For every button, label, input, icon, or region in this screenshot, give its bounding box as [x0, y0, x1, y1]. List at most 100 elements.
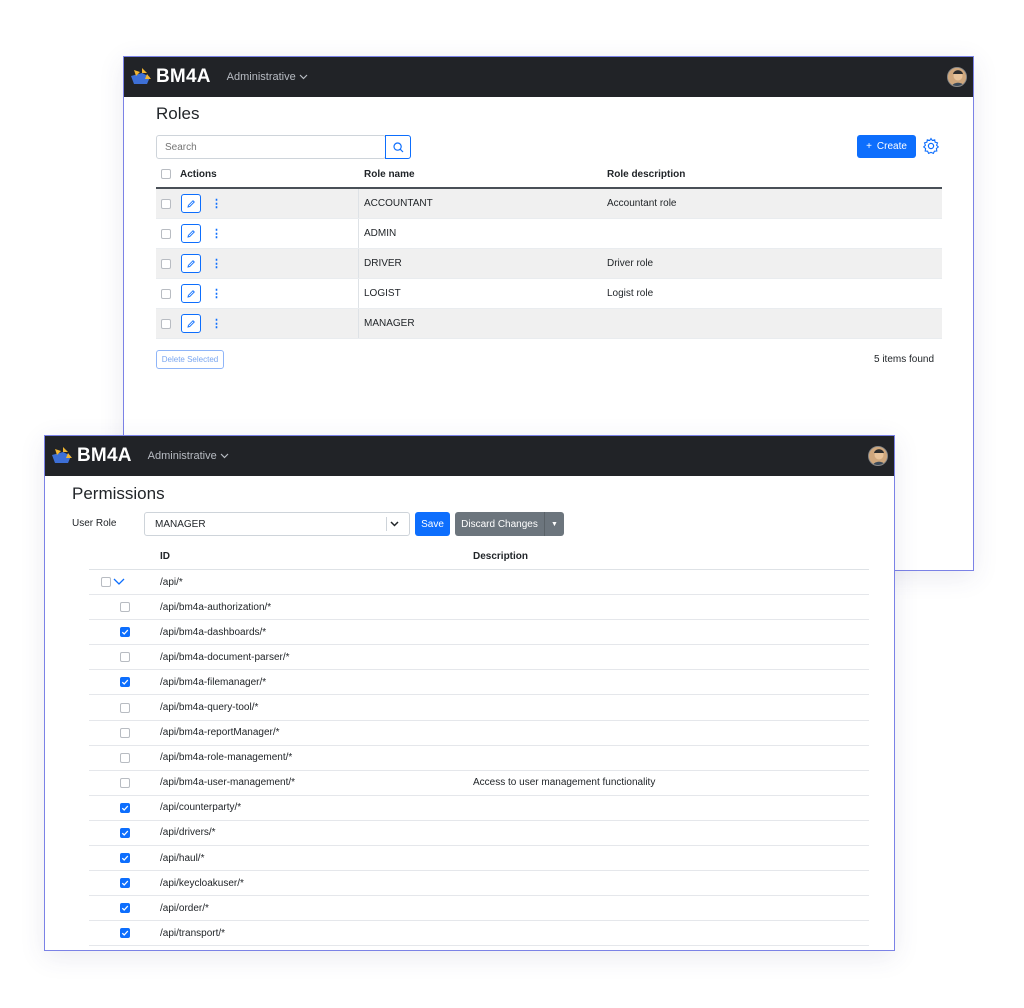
- permission-id: /api/drivers/*: [160, 827, 216, 839]
- pencil-icon: [187, 319, 195, 328]
- role-description-cell: Logist role: [607, 288, 654, 299]
- checkbox-unchecked[interactable]: [119, 702, 130, 713]
- row-checkbox[interactable]: [161, 258, 171, 269]
- create-button[interactable]: + Create: [857, 135, 916, 158]
- root-checkbox[interactable]: [100, 577, 111, 588]
- checkbox-checked[interactable]: [119, 802, 130, 813]
- permission-id: /api/bm4a-authorization/*: [160, 601, 272, 613]
- row-checkbox[interactable]: [161, 288, 171, 299]
- checkbox-unchecked[interactable]: [119, 752, 130, 763]
- table-row[interactable]: /api/bm4a-document-parser/*: [89, 645, 869, 671]
- table-row[interactable]: /api/counterparty/*: [89, 796, 869, 821]
- table-row[interactable]: /api/transport/*: [89, 921, 869, 947]
- administrative-menu[interactable]: Administrative: [227, 71, 308, 83]
- permission-id: /api/keycloakuser/*: [160, 877, 244, 889]
- checkbox-checked[interactable]: [119, 903, 130, 914]
- permission-id: /api/bm4a-document-parser/*: [160, 651, 290, 663]
- administrative-menu-label: Administrative: [226, 71, 296, 83]
- select-all-checkbox[interactable]: [161, 169, 171, 179]
- table-row[interactable]: /api/bm4a-authorization/*: [89, 595, 869, 621]
- edit-button[interactable]: [181, 314, 201, 333]
- checkbox-unchecked[interactable]: [119, 727, 130, 738]
- edit-button[interactable]: [181, 224, 201, 243]
- checkbox-unchecked[interactable]: [119, 777, 130, 788]
- page-title: Permissions: [72, 484, 165, 503]
- brand-logo[interactable]: BM4A: [51, 445, 132, 467]
- role-name-cell: LOGIST: [364, 288, 401, 299]
- checkbox-unchecked[interactable]: [119, 602, 130, 613]
- more-actions-icon[interactable]: ⋮: [211, 317, 222, 330]
- checkbox-checked[interactable]: [119, 928, 130, 939]
- permission-id: /api/haul/*: [160, 852, 205, 864]
- tree-root-row[interactable]: /api/*: [89, 570, 869, 596]
- checkmark-icon: [121, 930, 128, 937]
- edit-button[interactable]: [181, 284, 201, 303]
- checkbox-checked[interactable]: [119, 827, 130, 838]
- role-name-cell: DRIVER: [364, 258, 402, 269]
- avatar-image-icon: [869, 447, 887, 465]
- more-actions-icon[interactable]: ⋮: [211, 287, 222, 300]
- chevron-down-icon: [390, 521, 399, 527]
- table-header: Actions Role name Role description: [156, 161, 942, 189]
- table-row[interactable]: /api/haul/*: [89, 846, 869, 872]
- table-row[interactable]: /api/bm4a-filemanager/*: [89, 670, 869, 696]
- table-row[interactable]: /api/bm4a-role-management/*: [89, 746, 869, 771]
- administrative-menu[interactable]: Administrative: [148, 450, 229, 462]
- save-button[interactable]: Save: [415, 512, 450, 536]
- delete-selected-button[interactable]: Delete Selected: [156, 350, 224, 369]
- permission-id: /api/*: [160, 576, 183, 588]
- more-actions-icon[interactable]: ⋮: [211, 257, 222, 270]
- table-row[interactable]: ⋮ LOGIST Logist role: [156, 279, 942, 309]
- role-name-cell: ACCOUNTANT: [364, 198, 433, 209]
- more-actions-icon[interactable]: ⋮: [211, 197, 222, 210]
- row-checkbox[interactable]: [161, 318, 171, 329]
- settings-gear-icon[interactable]: [922, 137, 940, 155]
- user-role-select[interactable]: MANAGER: [144, 512, 410, 536]
- table-row[interactable]: /api/keycloakuser/*: [89, 871, 869, 897]
- row-checkbox[interactable]: [161, 228, 171, 239]
- user-avatar[interactable]: [947, 67, 967, 87]
- table-row[interactable]: ⋮ MANAGER: [156, 309, 942, 339]
- table-row[interactable]: /api/bm4a-user-management/* Access to use…: [89, 771, 869, 796]
- dropdown-caret-icon[interactable]: ▼: [544, 512, 564, 536]
- permission-id: /api/bm4a-query-tool/*: [160, 702, 259, 714]
- checkmark-icon: [121, 830, 128, 836]
- table-row[interactable]: ⋮ ADMIN: [156, 219, 942, 249]
- checkbox-checked[interactable]: [119, 878, 130, 889]
- checkbox-unchecked[interactable]: [119, 652, 130, 663]
- table-header: ID Description: [89, 544, 869, 570]
- table-row[interactable]: /api/order/*: [89, 896, 869, 922]
- permission-id: /api/bm4a-dashboards/*: [160, 626, 267, 638]
- role-description-header[interactable]: Role description: [607, 169, 942, 180]
- checkbox-checked[interactable]: [119, 627, 130, 638]
- search-button[interactable]: [385, 135, 411, 159]
- table-row[interactable]: /api/drivers/*: [89, 821, 869, 847]
- user-avatar[interactable]: [868, 446, 888, 466]
- permission-id: /api/bm4a-role-management/*: [160, 752, 293, 764]
- search-input[interactable]: [156, 135, 386, 159]
- checkbox-checked[interactable]: [119, 853, 130, 864]
- brand-name: BM4A: [77, 445, 132, 466]
- table-row[interactable]: /api/bm4a-dashboards/*: [89, 620, 869, 646]
- table-row[interactable]: ⋮ ACCOUNTANT Accountant role: [156, 189, 942, 219]
- permission-id: /api/bm4a-reportManager/*: [160, 727, 280, 739]
- table-row[interactable]: /api/bm4a-reportManager/*: [89, 721, 869, 746]
- brand-logo[interactable]: BM4A: [130, 66, 211, 88]
- more-actions-icon[interactable]: ⋮: [211, 227, 222, 240]
- edit-button[interactable]: [181, 254, 201, 273]
- role-name-header[interactable]: Role name: [359, 169, 607, 180]
- edit-button[interactable]: [181, 194, 201, 213]
- checkbox-checked[interactable]: [119, 677, 130, 688]
- role-name-cell: MANAGER: [364, 318, 415, 329]
- pencil-icon: [187, 259, 195, 268]
- discard-changes-button[interactable]: Discard Changes ▼: [455, 512, 564, 536]
- description-header: Description: [473, 551, 529, 562]
- checkmark-icon: [121, 880, 128, 887]
- items-found-count: 5 items found: [874, 354, 935, 365]
- role-description-cell: Driver role: [607, 258, 654, 269]
- table-row[interactable]: ⋮ DRIVER Driver role: [156, 249, 942, 279]
- row-checkbox[interactable]: [161, 198, 171, 209]
- table-row[interactable]: /api/bm4a-query-tool/*: [89, 695, 869, 721]
- expand-chevron-icon[interactable]: [113, 578, 125, 586]
- logo-icon: [131, 68, 151, 84]
